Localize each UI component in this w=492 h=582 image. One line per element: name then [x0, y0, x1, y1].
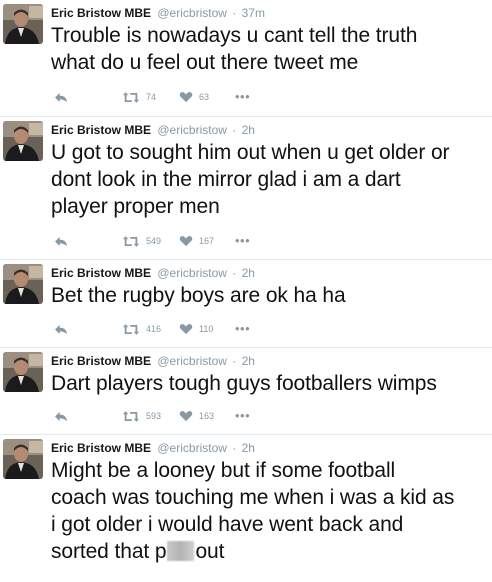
retweet-icon: [122, 91, 140, 104]
tweet[interactable]: Eric Bristow MBE @ericbristow · 2h Bet t…: [0, 260, 492, 348]
user-handle[interactable]: @ericbristow: [157, 6, 227, 20]
like-button[interactable]: 110: [179, 323, 235, 335]
heart-icon: [179, 91, 193, 103]
tweet-header: Eric Bristow MBE @ericbristow · 2h: [51, 441, 255, 455]
action-bar: 593 163 •••: [54, 408, 250, 424]
separator: ·: [232, 354, 237, 368]
separator: ·: [232, 123, 237, 137]
user-handle[interactable]: @ericbristow: [157, 123, 227, 137]
action-bar: 416 110 •••: [54, 321, 250, 337]
tweet-feed: Eric Bristow MBE @ericbristow · 37m Trou…: [0, 0, 492, 582]
more-dots-icon: •••: [235, 233, 251, 248]
tweet-text: Dart players tough guys footballers wimp…: [51, 370, 489, 397]
tweet-text: U got to sought him out when u get older…: [51, 139, 489, 220]
tweet-header: Eric Bristow MBE @ericbristow · 2h: [51, 354, 255, 368]
timestamp[interactable]: 37m: [242, 6, 265, 20]
user-handle[interactable]: @ericbristow: [157, 266, 227, 280]
tweet-text: Might be a looney but if some football c…: [51, 457, 489, 565]
display-name[interactable]: Eric Bristow MBE: [51, 6, 151, 20]
tweet[interactable]: Eric Bristow MBE @ericbristow · 2h Dart …: [0, 348, 492, 435]
retweet-count: 74: [146, 92, 157, 102]
timestamp[interactable]: 2h: [242, 354, 255, 368]
tweet-line: U got to sought him out when u get older…: [51, 141, 450, 164]
more-dots-icon: •••: [235, 89, 251, 104]
avatar[interactable]: [3, 352, 43, 392]
tweet-line: Trouble is nowadays u cant tell the trut…: [51, 24, 418, 47]
tweet-line: Dart players tough guys footballers wimp…: [51, 372, 437, 395]
display-name[interactable]: Eric Bristow MBE: [51, 266, 151, 280]
tweet[interactable]: Eric Bristow MBE @ericbristow · 2h U got…: [0, 117, 492, 260]
tweet[interactable]: Eric Bristow MBE @ericbristow · 37m Trou…: [0, 0, 492, 117]
reply-arrow-icon: [54, 323, 69, 336]
reply-button[interactable]: [54, 91, 122, 104]
tweet-line: Bet the rugby boys are ok ha ha: [51, 284, 346, 307]
separator: ·: [232, 441, 237, 455]
display-name[interactable]: Eric Bristow MBE: [51, 354, 151, 368]
tweet-line: i got older i would have went back and: [51, 513, 404, 536]
tweet-line: sorted that p out: [51, 538, 489, 565]
tweet-line: coach was touching me when i was a kid a…: [51, 486, 455, 509]
more-button[interactable]: •••: [235, 89, 251, 104]
display-name[interactable]: Eric Bristow MBE: [51, 123, 151, 137]
tweet-text: Bet the rugby boys are ok ha ha: [51, 282, 489, 309]
like-button[interactable]: 167: [179, 235, 235, 247]
retweet-count: 549: [146, 236, 162, 246]
reply-button[interactable]: [54, 323, 122, 336]
tweet-line-start: sorted that p: [51, 540, 167, 563]
separator: ·: [232, 6, 237, 20]
avatar[interactable]: [3, 439, 43, 479]
retweet-button[interactable]: 416: [122, 323, 179, 336]
display-name[interactable]: Eric Bristow MBE: [51, 441, 151, 455]
reply-button[interactable]: [54, 235, 122, 248]
user-handle[interactable]: @ericbristow: [157, 354, 227, 368]
timestamp[interactable]: 2h: [242, 266, 255, 280]
like-count: 163: [199, 411, 215, 421]
heart-icon: [179, 410, 193, 422]
avatar[interactable]: [3, 121, 43, 161]
timestamp[interactable]: 2h: [242, 441, 255, 455]
retweet-count: 416: [146, 324, 162, 334]
tweet[interactable]: Eric Bristow MBE @ericbristow · 2h Might…: [0, 435, 492, 582]
retweet-count: 593: [146, 411, 162, 421]
retweet-button[interactable]: 74: [122, 91, 179, 104]
action-bar: 74 63 •••: [54, 89, 250, 105]
tweet-header: Eric Bristow MBE @ericbristow · 37m: [51, 6, 265, 20]
censor-blur: [167, 541, 195, 561]
timestamp[interactable]: 2h: [242, 123, 255, 137]
retweet-icon: [122, 410, 140, 423]
more-button[interactable]: •••: [235, 321, 251, 336]
heart-icon: [179, 323, 193, 335]
like-count: 110: [199, 324, 214, 334]
like-count: 167: [199, 236, 215, 246]
more-dots-icon: •••: [235, 408, 251, 423]
retweet-icon: [122, 323, 140, 336]
tweet-header: Eric Bristow MBE @ericbristow · 2h: [51, 266, 255, 280]
like-button[interactable]: 163: [179, 410, 235, 422]
tweet-line: player proper men: [51, 195, 220, 218]
tweet-line: what do u feel out there tweet me: [51, 51, 359, 74]
like-count: 63: [199, 92, 210, 102]
tweet-line-end: out: [195, 540, 225, 563]
action-bar: 549 167 •••: [54, 233, 250, 249]
tweet-line: dont look in the mirror glad i am a dart: [51, 168, 401, 191]
like-button[interactable]: 63: [179, 91, 235, 103]
reply-arrow-icon: [54, 91, 69, 104]
reply-arrow-icon: [54, 235, 69, 248]
more-button[interactable]: •••: [235, 233, 251, 248]
reply-arrow-icon: [54, 410, 69, 423]
retweet-icon: [122, 235, 140, 248]
heart-icon: [179, 235, 193, 247]
more-button[interactable]: •••: [235, 408, 251, 423]
avatar[interactable]: [3, 4, 43, 44]
tweet-header: Eric Bristow MBE @ericbristow · 2h: [51, 123, 255, 137]
avatar[interactable]: [3, 264, 43, 304]
tweet-line: Might be a looney but if some football: [51, 459, 396, 482]
retweet-button[interactable]: 593: [122, 410, 179, 423]
retweet-button[interactable]: 549: [122, 235, 179, 248]
more-dots-icon: •••: [235, 321, 251, 336]
reply-button[interactable]: [54, 410, 122, 423]
user-handle[interactable]: @ericbristow: [157, 441, 227, 455]
tweet-text: Trouble is nowadays u cant tell the trut…: [51, 22, 489, 76]
separator: ·: [232, 266, 237, 280]
